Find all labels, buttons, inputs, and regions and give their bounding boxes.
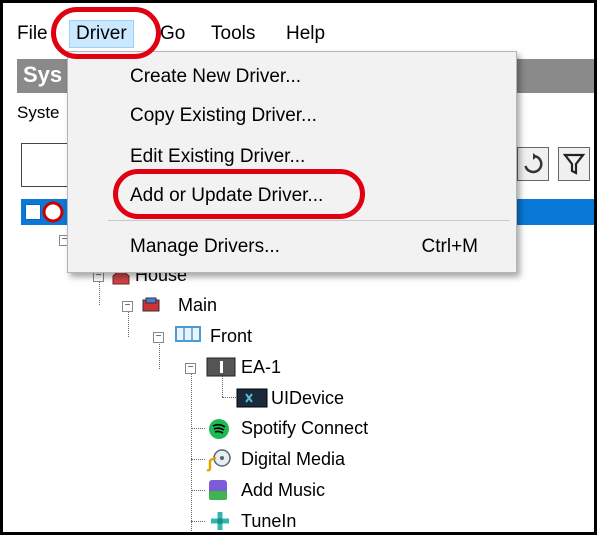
tree-node-uidevice[interactable]: UIDevice — [271, 388, 344, 409]
filter-icon — [563, 153, 585, 175]
add-music-icon — [209, 480, 227, 500]
tree-expander-icon[interactable]: − — [153, 332, 164, 343]
refresh-icon — [524, 153, 543, 174]
room-icon — [175, 326, 201, 342]
system-subheader: Syste — [17, 103, 60, 122]
menu-item-create-new-driver[interactable]: Create New Driver... — [130, 66, 301, 88]
menu-item-edit-existing-driver[interactable]: Edit Existing Driver... — [130, 146, 305, 168]
driver-menu-dropdown: Create New Driver... Copy Existing Drive… — [67, 51, 517, 273]
tree-expander-icon[interactable]: − — [185, 363, 196, 374]
tree-node-ea1[interactable]: EA-1 — [241, 357, 281, 378]
refresh-button[interactable] — [517, 147, 549, 181]
filter-button[interactable] — [558, 147, 590, 181]
tree-line — [191, 459, 205, 460]
menu-tools[interactable]: Tools — [211, 23, 255, 45]
menu-file[interactable]: File — [17, 23, 48, 45]
menu-go[interactable]: Go — [160, 23, 185, 45]
ui-device-icon — [236, 388, 268, 408]
tree-line — [191, 490, 205, 491]
driver-menu-highlight — [51, 7, 161, 59]
tree-node-main[interactable]: Main — [178, 295, 217, 316]
system-title-text: Sys — [23, 62, 63, 87]
controller-icon — [206, 357, 236, 377]
spotify-icon — [209, 419, 229, 439]
floor-icon — [142, 297, 160, 312]
app-window: File Driver Go Tools Help Sys Syste − − — [0, 0, 597, 535]
tree-line — [222, 397, 236, 398]
tree-node-tunein[interactable]: TuneIn — [241, 511, 296, 532]
tree-node-digital-media[interactable]: Digital Media — [241, 449, 345, 470]
menu-help[interactable]: Help — [286, 23, 325, 45]
tree-line — [191, 371, 192, 532]
project-icon — [42, 201, 64, 223]
tree-node-front[interactable]: Front — [210, 326, 252, 347]
menu-item-manage-drivers[interactable]: Manage Drivers... — [130, 236, 280, 258]
tunein-icon — [211, 512, 229, 530]
tree-line — [222, 375, 223, 397]
collapse-expander-icon[interactable] — [25, 204, 41, 220]
add-update-driver-highlight — [113, 169, 365, 219]
digital-media-icon — [206, 449, 231, 472]
tree-expander-icon[interactable]: − — [122, 301, 133, 312]
tree-node-spotify-connect[interactable]: Spotify Connect — [241, 418, 368, 439]
menu-separator — [108, 220, 510, 221]
tree-line — [159, 339, 160, 369]
tree-line — [191, 521, 205, 522]
manage-drivers-shortcut: Ctrl+M — [421, 236, 478, 257]
tree-line — [191, 428, 205, 429]
menu-item-copy-existing-driver[interactable]: Copy Existing Driver... — [130, 105, 317, 127]
tree-node-add-music[interactable]: Add Music — [241, 480, 325, 501]
